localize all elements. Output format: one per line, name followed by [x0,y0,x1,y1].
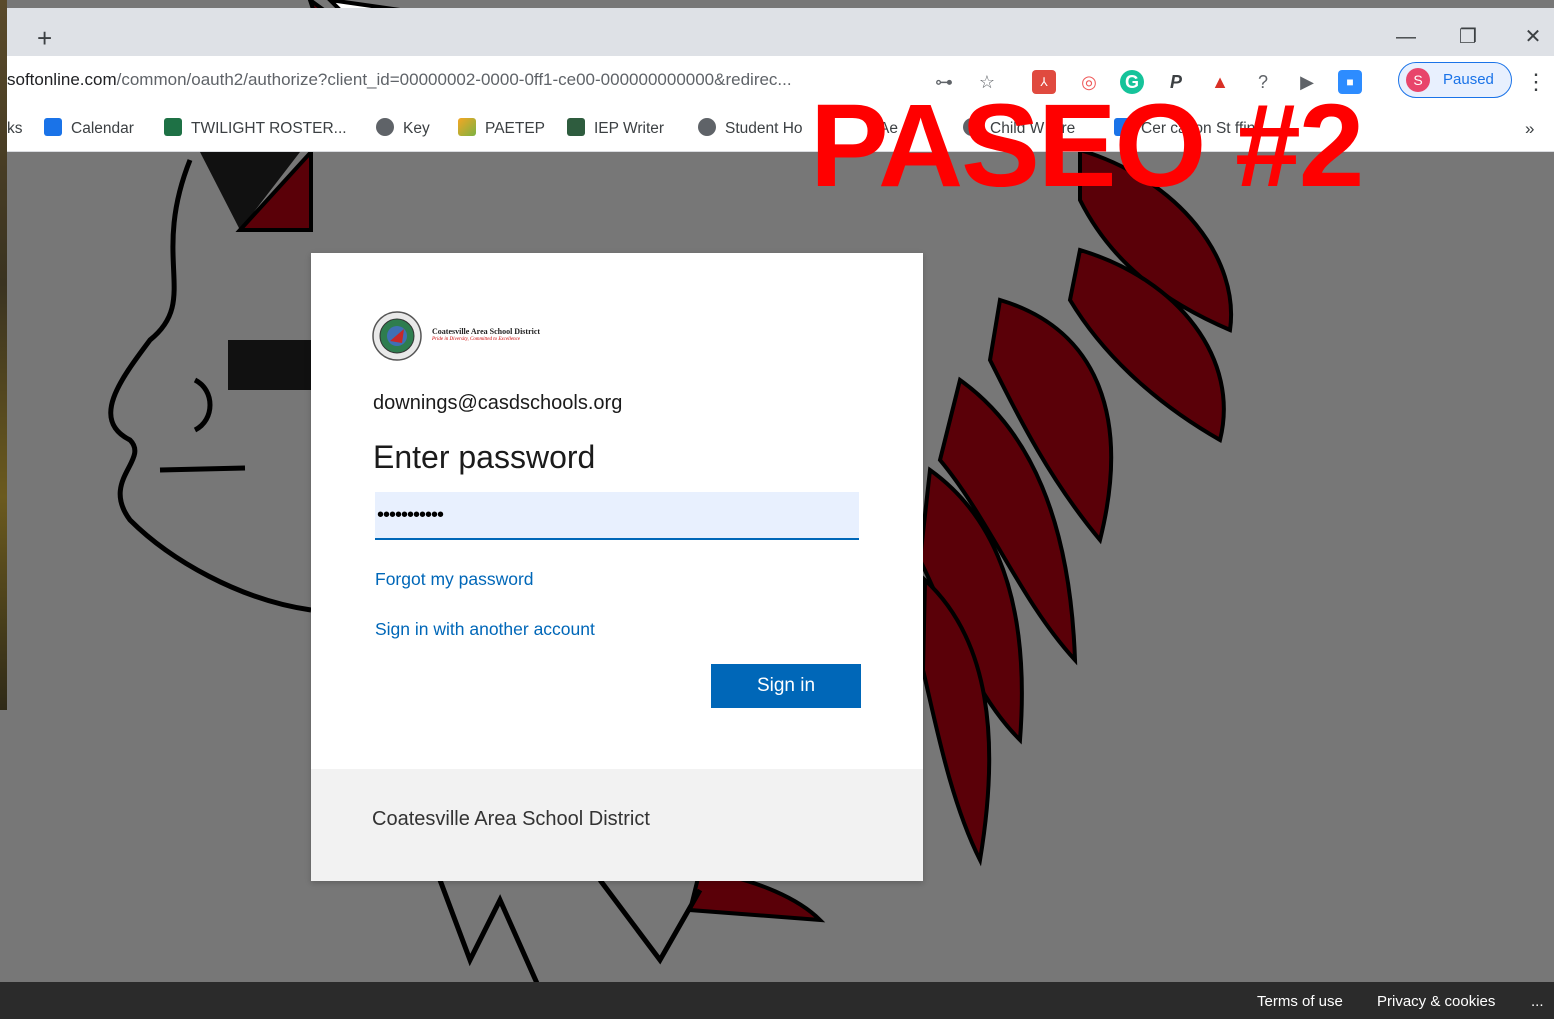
signin-card: Coatesville Area School District Pride i… [311,253,923,881]
forgot-password-link[interactable]: Forgot my password [375,569,534,590]
step-overlay-label: PASEO #2 [810,80,1364,212]
browser-tab-strip: + — ❐ ✕ [7,8,1554,56]
profile-status: Paused [1443,71,1494,88]
iep-icon [567,118,585,136]
avatar: S [1406,68,1430,92]
restore-icon[interactable]: ❐ [1453,22,1483,52]
privacy-link[interactable]: Privacy & cookies [1377,993,1495,1010]
close-icon[interactable]: ✕ [1518,22,1548,52]
district-logo-tagline: Pride in Diversity, Committed to Excelle… [432,337,521,342]
bookmark-item[interactable]: PAETEP [458,117,545,141]
pen-icon [458,118,476,136]
page-footer: Terms of use Privacy & cookies ... [0,982,1554,1019]
bookmark-item[interactable]: TWILIGHT ROSTER... [164,117,347,141]
bookmark-label: Calendar [71,120,134,137]
bookmark-item[interactable]: Student Ho [698,117,803,141]
another-account-link[interactable]: Sign in with another account [375,619,595,640]
bookmark-label: ks [7,120,23,137]
organization-name: Coatesville Area School District [372,808,650,830]
bookmark-label: Key [403,120,430,137]
excel-icon [164,118,182,136]
account-email: downings@casdschools.org [373,392,623,414]
bookmarks-overflow-button[interactable]: » [1525,117,1534,141]
password-field[interactable] [375,492,859,540]
footer-more-button[interactable]: ... [1531,993,1544,1010]
minimize-icon[interactable]: — [1391,22,1421,52]
calendar-icon [44,118,62,136]
profile-button[interactable]: S Paused [1398,62,1512,98]
bookmark-label: TWILIGHT ROSTER... [191,120,347,137]
globe-icon [376,118,394,136]
signin-button[interactable]: Sign in [711,664,861,708]
page-title: Enter password [373,439,596,475]
address-path: /common/oauth2/authorize?client_id=00000… [116,70,792,89]
bookmark-item[interactable]: IEP Writer [567,117,664,141]
district-logo-title: Coatesville Area School District [432,327,541,336]
address-domain: softonline.com [7,70,117,89]
more-menu-icon[interactable]: ⋮ [1524,70,1548,94]
bookmark-label: Student Ho [725,120,803,137]
bookmark-label: PAETEP [485,120,546,137]
new-tab-button[interactable]: + [37,25,52,51]
district-seal-icon [372,311,422,361]
bookmark-item[interactable]: Calendar [44,117,134,141]
globe-icon [698,118,716,136]
bookmark-item[interactable]: ks [7,117,23,141]
bookmark-label: IEP Writer [594,120,665,137]
bookmark-item[interactable]: Key [376,117,430,141]
terms-link[interactable]: Terms of use [1257,993,1343,1010]
address-bar[interactable]: softonline.com/common/oauth2/authorize?c… [7,70,792,90]
